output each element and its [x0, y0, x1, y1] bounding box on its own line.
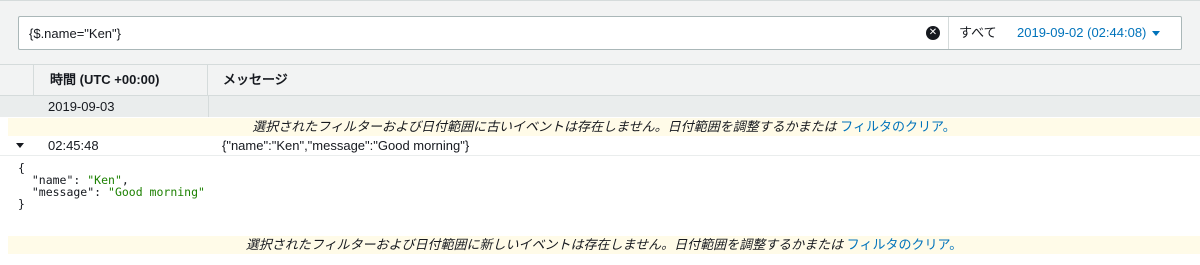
filter-input[interactable]	[19, 17, 924, 49]
json-value: "Good morning"	[108, 185, 205, 199]
divider	[208, 96, 209, 117]
newer-events-notice: 選択されたフィルターおよび日付範囲に新しいイベントは存在しません。日付範囲を調整…	[8, 236, 1200, 254]
clear-filter-link[interactable]: フィルタのクリア。	[847, 237, 962, 252]
table-row[interactable]: 02:45:48 {"name":"Ken","message":"Good m…	[0, 137, 1200, 156]
filter-box: ✕ すべて 2019-09-02 (02:44:08)	[18, 16, 1182, 50]
filter-bar: ✕ すべて 2019-09-02 (02:44:08)	[0, 0, 1200, 64]
chevron-down-icon	[1152, 31, 1161, 37]
all-label[interactable]: すべて	[959, 17, 997, 49]
clear-icon[interactable]: ✕	[926, 26, 940, 40]
date-group-row: 2019-09-03	[0, 96, 1200, 117]
expanded-json: { "name": "Ken", "message": "Good mornin…	[18, 162, 205, 210]
json-key: "message":	[18, 185, 109, 199]
message-column-header[interactable]: メッセージ	[209, 65, 288, 95]
event-message: {"name":"Ken","message":"Good morning"}	[222, 138, 470, 153]
date-range-value: 2019-09-02 (02:44:08)	[1017, 25, 1147, 40]
table-header: 時間 (UTC +00:00) メッセージ	[0, 64, 1200, 96]
date-group-label: 2019-09-03	[48, 99, 115, 114]
expand-icon[interactable]	[16, 143, 24, 148]
json-close-brace: }	[18, 197, 25, 211]
older-events-notice: 選択されたフィルターおよび日付範囲に古いイベントは存在しません。日付範囲を調整す…	[8, 118, 1200, 136]
expand-column-header	[0, 65, 34, 95]
clear-filter-link[interactable]: フィルタのクリア。	[840, 119, 955, 134]
time-column-header[interactable]: 時間 (UTC +00:00)	[34, 65, 208, 95]
newer-notice-text: 選択されたフィルターおよび日付範囲に新しいイベントは存在しません。日付範囲を調整…	[245, 237, 844, 252]
event-time: 02:45:48	[48, 138, 99, 153]
older-notice-text: 選択されたフィルターおよび日付範囲に古いイベントは存在しません。日付範囲を調整す…	[252, 119, 837, 134]
date-range-dropdown[interactable]: 2019-09-02 (02:44:08)	[1017, 17, 1161, 49]
divider	[948, 17, 949, 49]
